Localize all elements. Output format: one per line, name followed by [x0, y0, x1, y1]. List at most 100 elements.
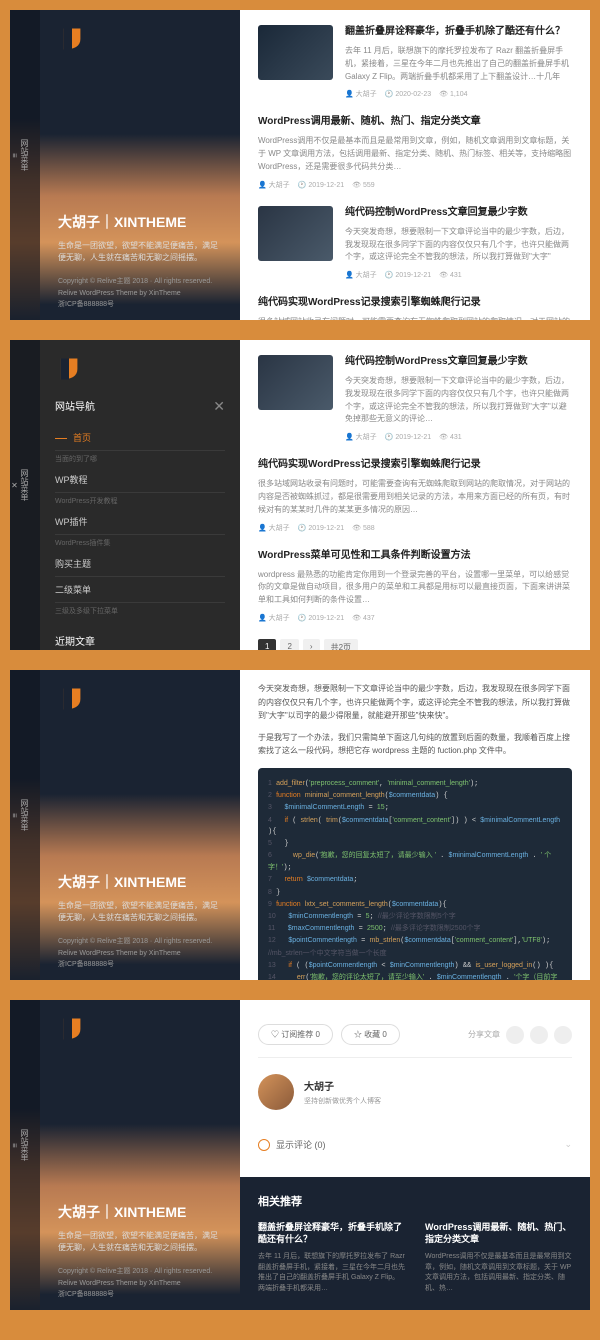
post-item[interactable]: WordPress调用最新、随机、热门、指定分类文章WordPress调用不仅是…: [258, 115, 572, 189]
page-2[interactable]: 2: [280, 639, 298, 650]
sidebar: 网站菜单 ≡ 大胡子｜XINTHEME 生命是一团欲望，欲望不能满足便痛苦，满足…: [10, 670, 240, 980]
paragraph: 于是我写了一个办法，我们只需简单下面这几句纯的放置到后面的数量，我顺着百度上搜索…: [258, 731, 572, 758]
article-footer: ♡ 订阅推荐 0 ☆ 收藏 0 分享文章 大胡子 坚持创新做优秀个人博客 显示: [240, 1000, 590, 1310]
post-excerpt: 去年 11 月后，联想旗下的摩托罗拉发布了 Razr 翻盖折叠屏手机，紧接着，三…: [345, 45, 572, 83]
logo-icon[interactable]: [55, 355, 83, 383]
share-wechat-icon[interactable]: [506, 1026, 524, 1044]
site-footer: Copyright © Relive主题 2018 · All rights r…: [58, 1266, 222, 1300]
related-section: 相关推荐 翻盖折叠屏诠释豪华，折叠手机除了酷还有什么？去年 11 月后，联想旗下…: [240, 1177, 590, 1310]
post-title[interactable]: 翻盖折叠屏诠释豪华，折叠手机除了酷还有什么？: [345, 25, 572, 39]
post-item[interactable]: 纯代码实现WordPress记录搜索引擎蜘蛛爬行记录很多站域网站收录有问题时，可…: [258, 296, 572, 320]
comments-toggle[interactable]: 显示评论 (0) ⌄: [258, 1126, 572, 1163]
page-1[interactable]: 1: [258, 639, 276, 650]
post-meta: 👤 大胡子🕐 2019-12-21👁 437: [258, 613, 572, 623]
post-item[interactable]: 翻盖折叠屏诠释豪华，折叠手机除了酷还有什么？ 去年 11 月后，联想旗下的摩托罗拉…: [258, 25, 572, 99]
logo-icon[interactable]: [58, 25, 86, 53]
vertical-tab[interactable]: 网站菜单 ≡: [10, 10, 40, 320]
avatar[interactable]: [258, 1074, 294, 1110]
post-title[interactable]: 纯代码控制WordPress文章回复最少字数: [345, 355, 572, 369]
share-label: 分享文章: [468, 1029, 500, 1040]
share-weibo-icon[interactable]: [530, 1026, 548, 1044]
close-icon[interactable]: ✕: [213, 398, 225, 415]
nav-title: 网站导航 ✕: [55, 398, 225, 413]
menu-label: 网站菜单: [19, 1129, 30, 1161]
date-icon: 🕐 2020-02-23: [385, 91, 431, 98]
menu-label: 网站菜单: [19, 799, 30, 831]
post-meta: 👤 大胡子🕐 2020-02-23👁 1,104: [345, 89, 572, 99]
paragraph: 今天突发奇想，想要限制一下文章评论当中的最少字数，后边，我发现现在很多同学下面的…: [258, 682, 572, 723]
nav-item[interactable]: WP教程: [55, 467, 225, 493]
site-title: 大胡子｜XINTHEME: [58, 872, 222, 892]
date-icon: 🕐 2019-12-21: [298, 615, 344, 622]
screenshot-4: 网站菜单 ≡ 大胡子｜XINTHEME 生命是一团欲望，欲望不能满足便痛苦，满足…: [10, 1000, 590, 1310]
related-title: 相关推荐: [258, 1193, 572, 1209]
vertical-tab[interactable]: 网站菜单 ≡: [10, 670, 40, 980]
post-item[interactable]: 纯代码实现WordPress记录搜索引擎蜘蛛爬行记录很多站域网站收录有问题时，可…: [258, 458, 572, 532]
related-item[interactable]: WordPress调用最新、随机、热门、指定分类文章 WordPress调用不仅是…: [425, 1221, 572, 1294]
sidebar: 网站菜单 ≡ 大胡子｜XINTHEME 生命是一团欲望，欲望不能满足便痛苦，满足…: [10, 10, 240, 320]
screenshot-2: 网站菜单 ✕ 网站导航 ✕ 首页当面的到了哪WP教程WordPress开发教程W…: [10, 340, 590, 650]
logo-icon[interactable]: [58, 685, 86, 713]
post-meta: 👤 大胡子🕐 2019-12-21👁 431: [345, 432, 572, 442]
site-desc: 生命是一团欲望，欲望不能满足便痛苦，满足便无聊，人生就在痛苦和无聊之间摇摆。: [58, 240, 222, 264]
author-icon: 👤 大胡子: [345, 434, 377, 441]
close-icon[interactable]: ✕: [10, 481, 19, 490]
collect-button[interactable]: ☆ 收藏 0: [341, 1024, 400, 1045]
post-title[interactable]: WordPress调用最新、随机、热门、指定分类文章: [258, 115, 572, 129]
author-name[interactable]: 大胡子: [304, 1078, 381, 1093]
views-icon: 👁 431: [439, 434, 462, 441]
post-meta: 👤 大胡子🕐 2019-12-21👁 559: [258, 180, 572, 190]
share-group: 分享文章: [468, 1026, 572, 1044]
post-thumb: [258, 355, 333, 410]
logo-icon[interactable]: [58, 1015, 86, 1043]
sidebar: 网站菜单 ≡ 大胡子｜XINTHEME 生命是一团欲望，欲望不能满足便痛苦，满足…: [10, 1000, 240, 1310]
share-qq-icon[interactable]: [554, 1026, 572, 1044]
nav-sub: WordPress开发教程: [55, 493, 225, 509]
recent-title: 近期文章: [55, 633, 225, 648]
post-meta: 👤 大胡子🕐 2019-12-21👁 431: [345, 270, 572, 280]
author-icon: 👤 大胡子: [258, 615, 290, 622]
site-footer: Copyright © Relive主题 2018 · All rights r…: [58, 276, 222, 310]
post-item[interactable]: 纯代码控制WordPress文章回复最少字数今天突发奇想，想要限制一下文章评论当…: [258, 355, 572, 442]
article-body: 今天突发奇想，想要限制一下文章评论当中的最少字数，后边，我发现现在很多同学下面的…: [240, 670, 590, 980]
related-item[interactable]: 翻盖折叠屏诠释豪华，折叠手机除了酷还有什么？去年 11 月后，联想旗下的摩托罗拉…: [258, 1221, 405, 1294]
screenshot-1: 网站菜单 ≡ 大胡子｜XINTHEME 生命是一团欲望，欲望不能满足便痛苦，满足…: [10, 10, 590, 320]
like-button[interactable]: ♡ 订阅推荐 0: [258, 1024, 333, 1045]
post-title[interactable]: WordPress菜单可见性和工具条件判断设置方法: [258, 549, 572, 563]
post-list: 翻盖折叠屏诠释豪华，折叠手机除了酷还有什么？ 去年 11 月后，联想旗下的摩托罗拉…: [240, 10, 590, 320]
post-title[interactable]: 纯代码控制WordPress文章回复最少字数: [345, 206, 572, 220]
nav-item[interactable]: 首页: [55, 425, 225, 451]
hamburger-icon[interactable]: ≡: [10, 1143, 19, 1148]
code-block: 1 add_filter('preprocess_comment', 'mini…: [258, 768, 572, 980]
hamburger-icon[interactable]: ≡: [10, 813, 19, 818]
related-item-excerpt: WordPress调用不仅是最基本而且是最常用到文章，例如，随机文章调用到文章标…: [425, 1252, 572, 1294]
action-bar: ♡ 订阅推荐 0 ☆ 收藏 0 分享文章: [258, 1012, 572, 1058]
vertical-tab[interactable]: 网站菜单 ≡: [10, 1000, 40, 1310]
date-icon: 🕐 2019-12-21: [385, 272, 431, 279]
nav-item[interactable]: WP插件: [55, 509, 225, 535]
page-next[interactable]: ›: [303, 639, 320, 650]
post-excerpt: wordpress 最熟悉的功能肯定你用到一个登录完善的平台，设置哪一里菜单，可…: [258, 569, 572, 607]
vertical-tab[interactable]: 网站菜单 ✕: [10, 340, 40, 650]
nav-panel: 网站导航 ✕ 首页当面的到了哪WP教程WordPress开发教程WP插件Word…: [40, 383, 240, 650]
chevron-down-icon: ⌄: [564, 1139, 572, 1150]
related-item-title: 翻盖折叠屏诠释豪华，折叠手机除了酷还有什么？: [258, 1221, 405, 1246]
post-item[interactable]: WordPress菜单可见性和工具条件判断设置方法 wordpress 最熟悉的功…: [258, 549, 572, 623]
nav-item[interactable]: 购买主题: [55, 551, 225, 577]
nav-item[interactable]: 二级菜单: [55, 577, 225, 603]
post-title[interactable]: 纯代码实现WordPress记录搜索引擎蜘蛛爬行记录: [258, 458, 572, 472]
site-desc: 生命是一团欲望，欲望不能满足便痛苦，满足便无聊，人生就在痛苦和无聊之间摇摆。: [58, 1230, 222, 1254]
site-title: 大胡子｜XINTHEME: [58, 1202, 222, 1222]
post-title[interactable]: 纯代码实现WordPress记录搜索引擎蜘蛛爬行记录: [258, 296, 572, 310]
related-item-title: WordPress调用最新、随机、热门、指定分类文章: [425, 1221, 572, 1246]
nav-sub: 当面的到了哪: [55, 451, 225, 467]
page-total: 共2页: [324, 639, 358, 650]
nav-sub: 三级及多级下拉菜单: [55, 603, 225, 619]
post-item[interactable]: 纯代码控制WordPress文章回复最少字数今天突发奇想，想要限制一下文章评论当…: [258, 206, 572, 280]
hamburger-icon[interactable]: ≡: [10, 153, 19, 158]
sidebar-nav: 网站菜单 ✕ 网站导航 ✕ 首页当面的到了哪WP教程WordPress开发教程W…: [10, 340, 240, 650]
post-thumb: [258, 25, 333, 80]
site-footer: Copyright © Relive主题 2018 · All rights r…: [58, 936, 222, 970]
comment-icon: [258, 1139, 270, 1151]
date-icon: 🕐 2019-12-21: [298, 525, 344, 532]
